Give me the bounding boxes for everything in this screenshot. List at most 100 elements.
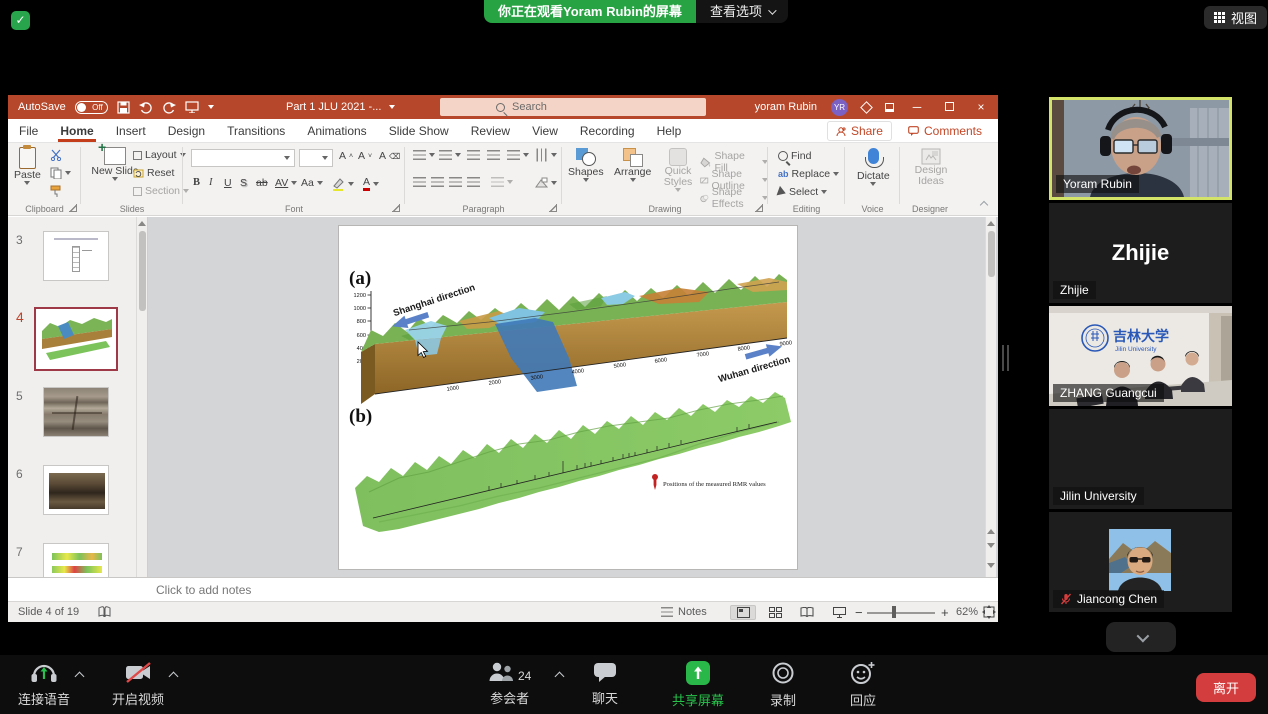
slide-thumbnail-4[interactable] bbox=[34, 307, 118, 371]
notes-toggle-button[interactable]: Notes bbox=[661, 606, 707, 618]
gem-icon[interactable] bbox=[860, 101, 873, 114]
bold-button[interactable]: B bbox=[193, 177, 200, 188]
slide-thumbnail-5[interactable] bbox=[43, 387, 109, 437]
spellcheck-icon[interactable] bbox=[98, 605, 111, 619]
panel-splitter-handle[interactable] bbox=[1002, 345, 1009, 371]
drawing-dialog-launcher[interactable] bbox=[755, 204, 763, 212]
tab-recording[interactable]: Recording bbox=[569, 119, 646, 143]
underline-button[interactable]: U bbox=[224, 177, 232, 189]
highlight-color-button[interactable] bbox=[331, 177, 354, 191]
increase-indent-button[interactable] bbox=[487, 150, 500, 160]
view-layout-button[interactable]: 视图 bbox=[1204, 6, 1267, 29]
maximize-button[interactable] bbox=[940, 100, 958, 114]
start-video-button[interactable]: 开启视频 bbox=[112, 661, 164, 708]
close-button[interactable]: × bbox=[972, 100, 990, 114]
tab-transitions[interactable]: Transitions bbox=[216, 119, 296, 143]
reactions-button[interactable]: 回应 bbox=[850, 661, 876, 709]
editor-scrollbar[interactable] bbox=[985, 217, 996, 577]
arrange-button[interactable]: Arrange bbox=[614, 148, 651, 182]
more-participants-button[interactable] bbox=[1106, 622, 1176, 652]
strikethrough-button[interactable]: ab bbox=[256, 177, 268, 189]
minimize-button[interactable]: ─ bbox=[908, 100, 926, 114]
shapes-button[interactable]: Shapes bbox=[568, 148, 604, 182]
shrink-font-button[interactable]: A˅ bbox=[358, 150, 372, 162]
tab-home[interactable]: Home bbox=[49, 119, 104, 143]
zoom-slider[interactable] bbox=[867, 612, 935, 614]
ribbon-display-options-icon[interactable] bbox=[885, 103, 894, 112]
format-painter-button[interactable] bbox=[50, 185, 62, 197]
reading-view-button[interactable] bbox=[794, 605, 820, 620]
columns-button[interactable] bbox=[491, 177, 513, 187]
tab-view[interactable]: View bbox=[521, 119, 569, 143]
cut-button[interactable] bbox=[50, 149, 62, 161]
font-name-select[interactable] bbox=[191, 149, 295, 167]
audio-options-caret[interactable] bbox=[75, 672, 85, 682]
tab-review[interactable]: Review bbox=[460, 119, 521, 143]
layout-button[interactable]: Layout bbox=[133, 149, 186, 161]
decrease-indent-button[interactable] bbox=[467, 150, 480, 160]
record-button[interactable]: 录制 bbox=[770, 661, 796, 709]
find-button[interactable]: Find bbox=[778, 150, 811, 162]
user-avatar[interactable]: YR bbox=[831, 99, 848, 116]
font-color-button[interactable]: A bbox=[363, 177, 379, 191]
video-tile-zhijie[interactable]: Zhijie Zhijie bbox=[1049, 203, 1232, 303]
normal-view-button[interactable] bbox=[730, 605, 756, 620]
slide-sorter-button[interactable] bbox=[762, 605, 788, 620]
convert-smartart-button[interactable] bbox=[535, 177, 557, 188]
replace-button[interactable]: abReplace bbox=[778, 168, 839, 180]
video-tile-yoram-rubin[interactable]: Yoram Rubin bbox=[1049, 97, 1232, 200]
text-shadow-button[interactable]: S bbox=[240, 177, 247, 189]
next-slide-button[interactable] bbox=[987, 543, 995, 548]
bullets-button[interactable] bbox=[413, 150, 435, 160]
italic-button[interactable]: I bbox=[209, 177, 213, 188]
copy-button[interactable] bbox=[50, 167, 71, 179]
slide-canvas[interactable]: (a) 1200 1000 800 600 400 200 0 bbox=[338, 225, 798, 570]
video-tile-jiancong-chen[interactable]: Jiancong Chen bbox=[1049, 512, 1232, 612]
view-options-button[interactable]: 查看选项 bbox=[696, 0, 788, 23]
change-case-button[interactable]: Aa bbox=[301, 177, 323, 189]
thumbnail-scrollbar[interactable] bbox=[136, 217, 147, 577]
notes-pane[interactable]: Click to add notes bbox=[8, 577, 998, 601]
align-right-button[interactable] bbox=[449, 177, 462, 187]
reset-button[interactable]: Reset bbox=[133, 167, 174, 179]
leave-meeting-button[interactable]: 离开 bbox=[1196, 673, 1256, 702]
zoom-slider-thumb[interactable] bbox=[892, 606, 896, 618]
dictate-button[interactable]: Dictate bbox=[857, 148, 890, 186]
section-button[interactable]: Section bbox=[133, 185, 189, 197]
character-spacing-button[interactable]: AV bbox=[275, 177, 297, 189]
tab-design[interactable]: Design bbox=[157, 119, 216, 143]
tab-slideshow[interactable]: Slide Show bbox=[378, 119, 460, 143]
autosave-toggle[interactable]: Off bbox=[75, 101, 108, 114]
align-center-button[interactable] bbox=[431, 177, 444, 187]
video-tile-jilin-university[interactable]: Jilin University bbox=[1049, 409, 1232, 509]
tab-insert[interactable]: Insert bbox=[105, 119, 157, 143]
text-direction-button[interactable] bbox=[535, 150, 557, 160]
user-name[interactable]: yoram Rubin bbox=[755, 101, 817, 113]
save-icon[interactable] bbox=[117, 101, 130, 114]
comments-button[interactable]: Comments bbox=[900, 121, 990, 141]
grow-font-button[interactable]: A˄ bbox=[339, 150, 353, 162]
quick-styles-button[interactable]: Quick Styles bbox=[660, 148, 696, 192]
video-tile-zhang-guangcui[interactable]: 吉林大学 Jilin University ZHANG Guangcui bbox=[1049, 306, 1232, 406]
zoom-in-button[interactable]: + bbox=[941, 605, 949, 620]
slideshow-view-button[interactable] bbox=[826, 605, 852, 620]
slide-thumbnail-3[interactable] bbox=[43, 231, 109, 281]
tab-file[interactable]: File bbox=[8, 119, 49, 143]
fit-to-window-icon[interactable] bbox=[982, 605, 996, 619]
design-ideas-button[interactable]: Design Ideas bbox=[912, 148, 950, 187]
font-size-select[interactable] bbox=[299, 149, 333, 167]
document-title[interactable]: Part 1 JLU 2021 -... bbox=[286, 95, 395, 119]
clipboard-dialog-launcher[interactable] bbox=[69, 204, 77, 212]
video-options-caret[interactable] bbox=[169, 672, 179, 682]
numbering-button[interactable] bbox=[439, 150, 461, 160]
search-input[interactable]: Search bbox=[440, 98, 706, 116]
line-spacing-button[interactable] bbox=[507, 150, 529, 160]
participants-options-caret[interactable] bbox=[555, 672, 565, 682]
undo-icon[interactable] bbox=[139, 101, 153, 114]
previous-slide-button[interactable] bbox=[987, 529, 995, 534]
zoom-percent[interactable]: 62% bbox=[956, 606, 978, 618]
join-audio-button[interactable]: 连接语音 bbox=[18, 661, 70, 708]
font-dialog-launcher[interactable] bbox=[392, 204, 400, 212]
participants-button[interactable]: 24 参会者 bbox=[488, 661, 531, 707]
share-screen-button[interactable]: 共享屏幕 bbox=[672, 661, 724, 709]
